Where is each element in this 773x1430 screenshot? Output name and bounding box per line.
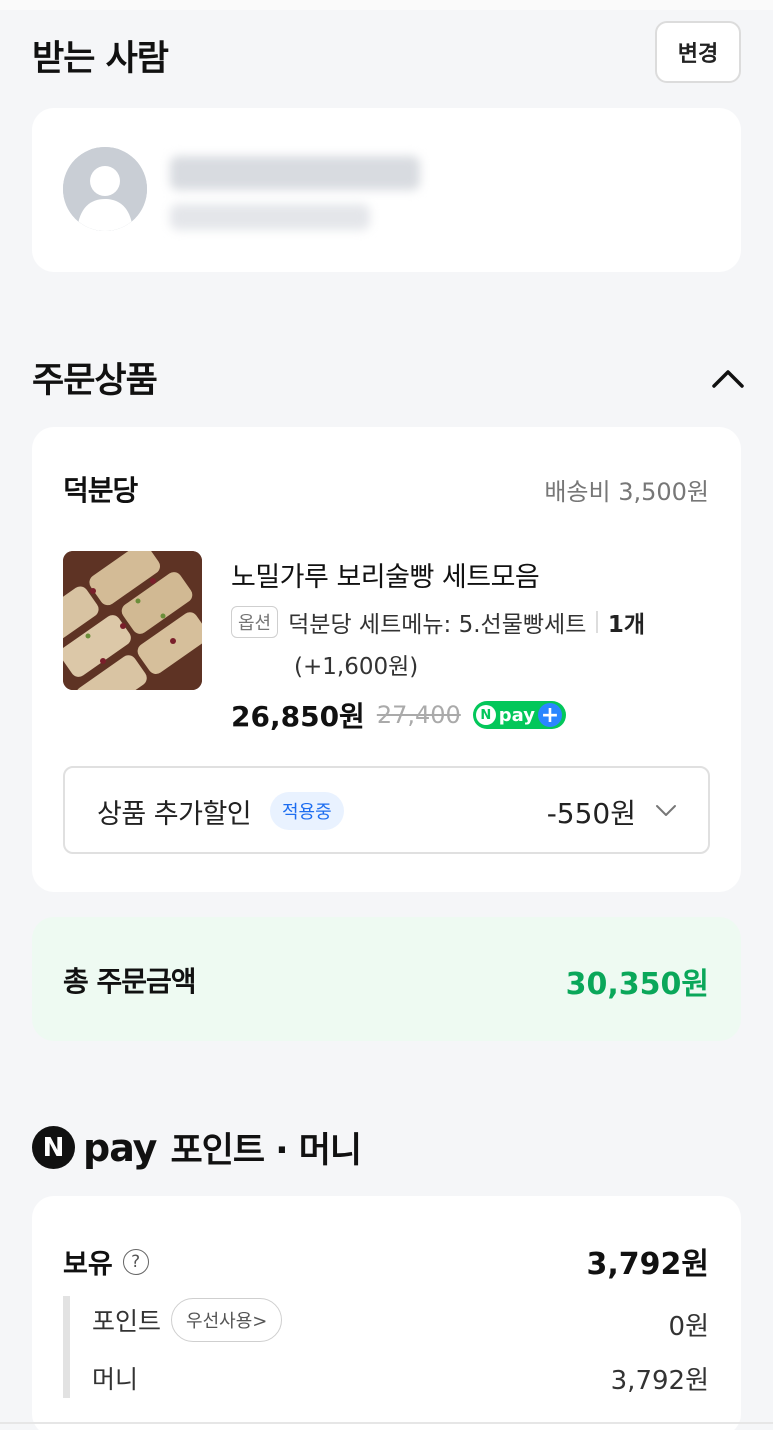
recipient-phone-redacted [170, 204, 370, 230]
money-label: 머니 [92, 1365, 139, 1394]
order-card: 덕분당 배송비 3,500원 노밀가루 보리술빵 세트모음 옵션 덕분당 세트메… [32, 427, 741, 892]
recipient-card[interactable] [32, 108, 741, 272]
shipping-fee: 배송비 3,500원 [544, 478, 709, 506]
discount-amount: -550원 [546, 797, 636, 830]
hold-value: 3,792원 [586, 1247, 710, 1282]
total-label: 총 주문금액 [63, 965, 197, 998]
option-text: 덕분당 세트메뉴: 5.선물빵세트 [288, 612, 587, 638]
change-recipient-button[interactable]: 변경 [655, 21, 741, 83]
product-thumbnail[interactable] [63, 551, 202, 690]
help-icon[interactable]: ? [122, 1248, 149, 1275]
bottom-divider [0, 1422, 773, 1424]
product-option-row: 옵션 덕분당 세트메뉴: 5.선물빵세트 1개 [231, 605, 645, 639]
user-silhouette-icon [63, 147, 147, 231]
npay-n-icon: N [475, 705, 496, 725]
total-value: 30,350원 [565, 967, 709, 1002]
extra-discount-dropdown[interactable]: 상품 추가할인 적용중 -550원 [63, 766, 710, 854]
avatar [63, 147, 147, 231]
recipient-name-redacted [170, 156, 420, 190]
indent-bar [63, 1296, 70, 1398]
chevron-down-icon [656, 805, 676, 816]
order-section-title: 주문상품 [32, 361, 158, 401]
top-divider [0, 0, 773, 10]
bread-image-icon [63, 551, 202, 690]
option-separator [596, 611, 598, 633]
npay-section-title: N pay 포인트 · 머니 [32, 1122, 362, 1173]
option-tag: 옵션 [231, 606, 279, 638]
hold-label-row: 보유 ? [63, 1242, 149, 1281]
money-value: 3,792원 [610, 1366, 709, 1396]
npay-word: pay [83, 1125, 157, 1170]
priority-use-button[interactable]: 우선사용> [171, 1298, 283, 1342]
plus-icon: + [538, 703, 563, 728]
discount-applied-badge: 적용중 [270, 792, 344, 830]
quantity: 1개 [607, 612, 646, 638]
point-row: 포인트 우선사용> [92, 1298, 283, 1342]
option-price: (+1,600원) [294, 654, 419, 680]
recipient-section-title: 받는 사람 [32, 39, 169, 79]
collapse-chevron-up-icon[interactable] [708, 360, 748, 396]
discount-label: 상품 추가할인 [97, 799, 252, 830]
npay-balance-card: 보유 ? 3,792원 포인트 우선사용> 0원 머니 3,792원 [32, 1196, 741, 1430]
point-value: 0원 [668, 1312, 709, 1342]
npay-logo-icon: N [32, 1126, 75, 1169]
product-name[interactable]: 노밀가루 보리술빵 세트모음 [231, 555, 540, 594]
original-price: 27,400 [376, 701, 461, 729]
npay-plus-badge: N pay + [472, 701, 567, 729]
price-row: 26,850원 27,400 N pay + [231, 695, 567, 735]
sale-price: 26,850원 [231, 700, 365, 733]
money-row: 머니 [92, 1360, 138, 1396]
seller-name[interactable]: 덕분당 [63, 469, 138, 509]
hold-label: 보유 [63, 1249, 113, 1280]
npay-title-text: 포인트 · 머니 [170, 1131, 362, 1171]
order-page: 받는 사람 변경 주문상품 덕분당 배송비 3,500원 노밀가루 보리술빵 세… [0, 0, 773, 1430]
npay-badge-text: pay [498, 704, 536, 726]
total-order-card: 총 주문금액 30,350원 [32, 917, 741, 1041]
point-label: 포인트 [92, 1307, 162, 1336]
